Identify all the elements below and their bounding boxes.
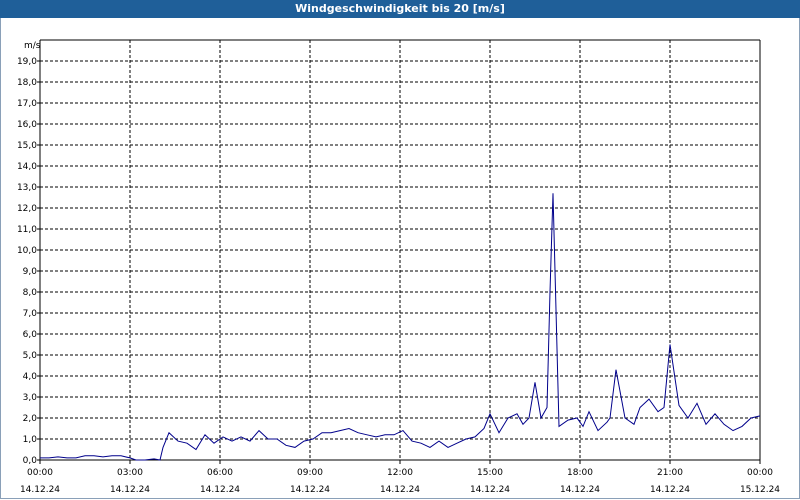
x-tick-time-label: 09:00 bbox=[297, 468, 323, 478]
x-tick-time-label: 00:00 bbox=[27, 468, 53, 478]
y-tick-label: 4,0 bbox=[23, 372, 38, 382]
x-tick-date-label: 15.12.24 bbox=[740, 485, 780, 495]
y-tick-label: 15,0 bbox=[17, 141, 37, 151]
y-tick-label: 2,0 bbox=[23, 414, 38, 424]
y-tick-label: 3,0 bbox=[23, 393, 38, 403]
x-tick-date-label: 14.12.24 bbox=[110, 485, 150, 495]
y-tick-label: 17,0 bbox=[17, 99, 37, 109]
y-tick-label: 8,0 bbox=[23, 288, 38, 298]
y-tick-label: 1,0 bbox=[23, 435, 38, 445]
x-tick-date-label: 14.12.24 bbox=[290, 485, 330, 495]
y-tick-label: 9,0 bbox=[23, 267, 38, 277]
wind-speed-chart: 0,0 1,0 2,0 3,0 4,0 5,0 6,0 7,0 8,0 9,0 10,0 11,0 12… bbox=[17, 39, 780, 495]
x-tick-date-label: 14.12.24 bbox=[650, 485, 690, 495]
x-tick-time-label: 06:00 bbox=[207, 468, 233, 478]
y-tick-label: 0,0 bbox=[23, 456, 38, 466]
x-tick-time-label: 21:00 bbox=[657, 468, 683, 478]
y-tick-label: 18,0 bbox=[17, 78, 37, 88]
y-tick-label: 16,0 bbox=[17, 120, 37, 130]
y-tick-label: 14,0 bbox=[17, 162, 37, 172]
y-tick-label: 11,0 bbox=[17, 225, 37, 235]
x-tick-time-label: 00:00 bbox=[747, 468, 773, 478]
x-tick-time-label: 12:00 bbox=[387, 468, 413, 478]
y-tick-label: 12,0 bbox=[17, 204, 37, 214]
y-tick-label: 6,0 bbox=[23, 330, 38, 340]
x-tick-date-label: 14.12.24 bbox=[380, 485, 420, 495]
y-tick-label: 19,0 bbox=[17, 57, 37, 67]
x-tick-date-label: 14.12.24 bbox=[470, 485, 510, 495]
y-axis-label: m/s bbox=[24, 41, 41, 51]
y-tick-label: 7,0 bbox=[23, 309, 38, 319]
y-tick-label: 10,0 bbox=[17, 246, 37, 256]
x-tick-date-label: 14.12.24 bbox=[560, 485, 600, 495]
x-tick-time-label: 18:00 bbox=[567, 468, 593, 478]
x-tick-date-label: 14.12.24 bbox=[200, 485, 240, 495]
x-tick-date-label: 14.12.24 bbox=[20, 485, 60, 495]
x-tick-time-label: 03:00 bbox=[117, 468, 143, 478]
y-tick-label: 5,0 bbox=[23, 351, 38, 361]
x-tick-time-label: 15:00 bbox=[477, 468, 503, 478]
y-tick-label: 13,0 bbox=[17, 183, 37, 193]
